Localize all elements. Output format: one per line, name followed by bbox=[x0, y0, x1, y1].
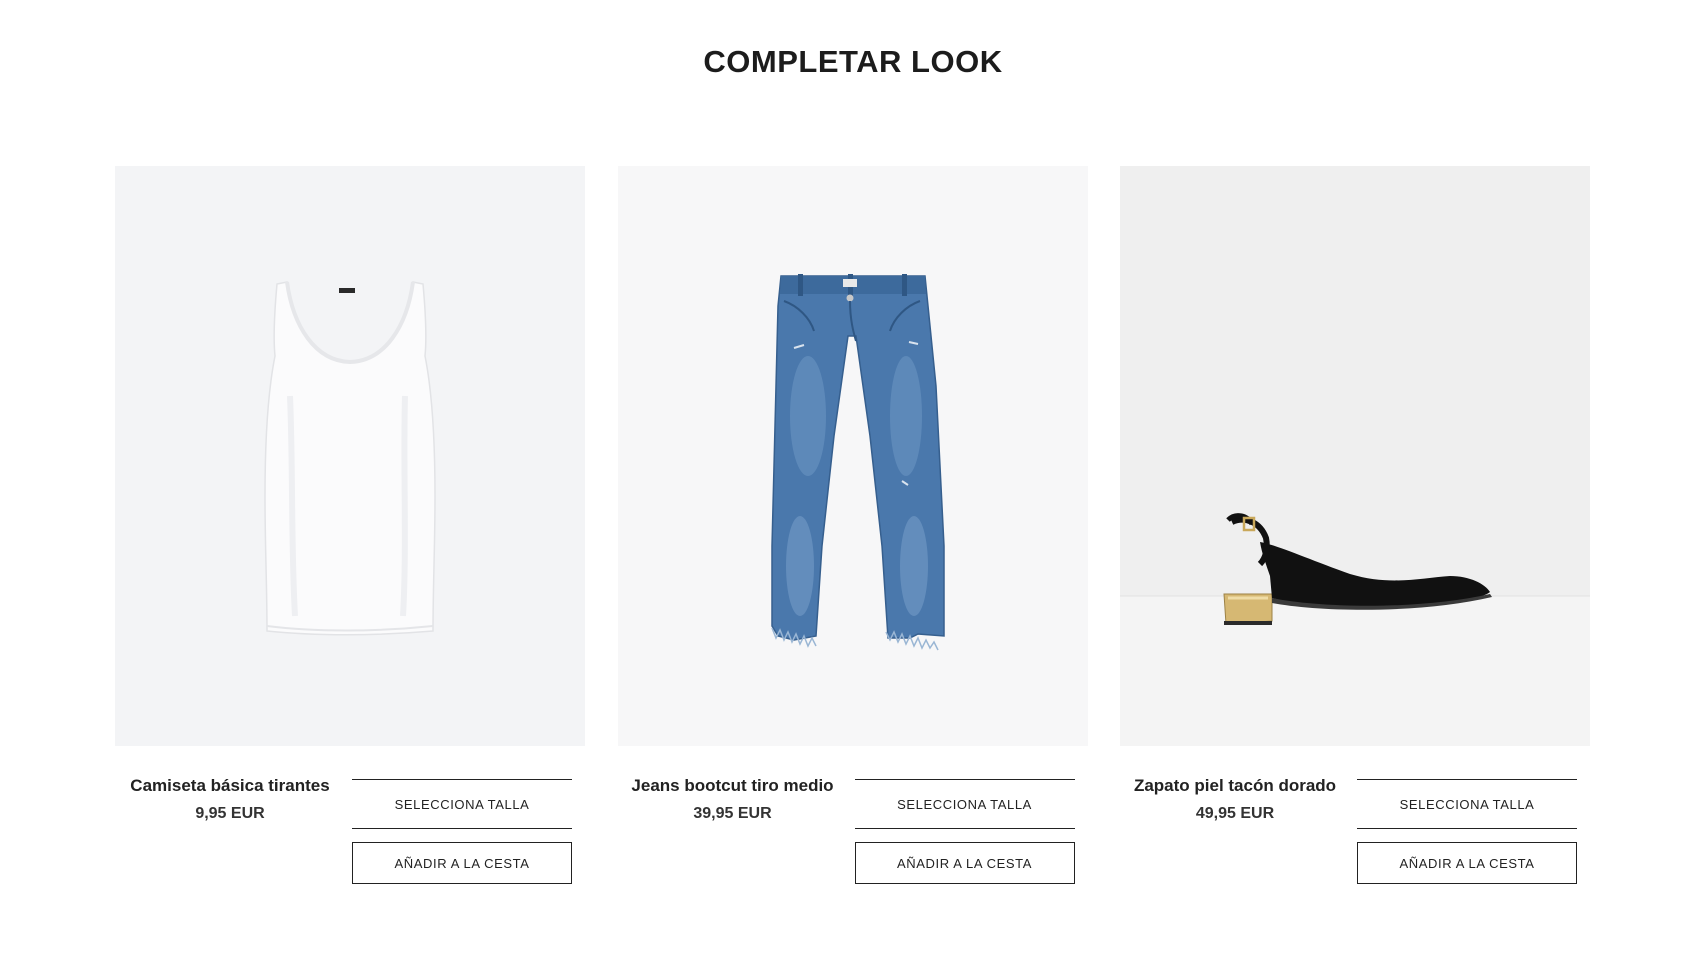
add-to-cart-button[interactable]: AÑADIR A LA CESTA bbox=[1357, 842, 1577, 884]
product-price: 49,95 EUR bbox=[1195, 805, 1275, 822]
add-to-cart-button[interactable]: AÑADIR A LA CESTA bbox=[854, 842, 1075, 884]
shoe-image[interactable] bbox=[1120, 166, 1590, 746]
product-price: 9,95 EUR bbox=[195, 805, 265, 822]
product-name[interactable]: Camiseta básica tirantes bbox=[115, 776, 345, 796]
product-info: Zapato piel tacón dorado 49,95 EUR SELEC… bbox=[1120, 746, 1590, 906]
jeans-image[interactable] bbox=[617, 166, 1088, 746]
page-title: COMPLETAR LOOK bbox=[703, 44, 1003, 79]
product-info: Camiseta básica tirantes 9,95 EUR SELECC… bbox=[115, 746, 585, 906]
tank-top-image[interactable] bbox=[115, 166, 585, 746]
select-size-dropdown[interactable]: SELECCIONA TALLA bbox=[352, 779, 572, 829]
product-info: Jeans bootcut tiro medio 39,95 EUR SELEC… bbox=[618, 746, 1088, 906]
product-price: 39,95 EUR bbox=[693, 805, 772, 822]
product-grid: Camiseta básica tirantes 9,95 EUR SELECC… bbox=[115, 166, 1590, 906]
select-size-dropdown[interactable]: SELECCIONA TALLA bbox=[1357, 779, 1577, 829]
product-card-jeans: Jeans bootcut tiro medio 39,95 EUR SELEC… bbox=[617, 166, 1088, 906]
product-name[interactable]: Jeans bootcut tiro medio bbox=[618, 776, 848, 796]
product-card-shoe: Zapato piel tacón dorado 49,95 EUR SELEC… bbox=[1120, 166, 1590, 906]
add-to-cart-button[interactable]: AÑADIR A LA CESTA bbox=[352, 842, 572, 884]
select-size-dropdown[interactable]: SELECCIONA TALLA bbox=[854, 779, 1075, 829]
product-card-tank-top: Camiseta básica tirantes 9,95 EUR SELECC… bbox=[115, 166, 585, 906]
product-name[interactable]: Zapato piel tacón dorado bbox=[1120, 776, 1350, 796]
